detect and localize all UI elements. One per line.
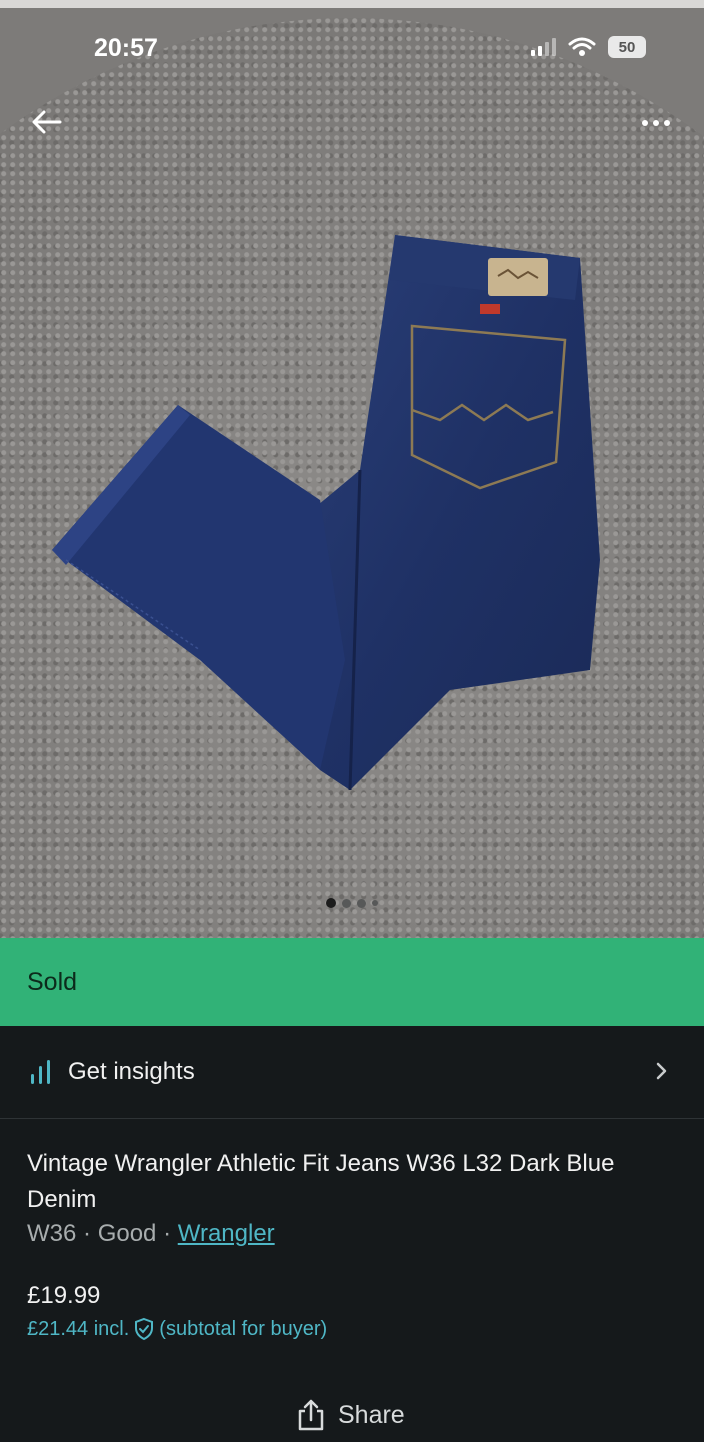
wifi-icon [568,37,596,56]
shield-check-icon[interactable] [133,1317,155,1341]
share-button[interactable]: Share [296,1398,405,1432]
photo-pagination[interactable] [326,898,378,908]
more-options-button[interactable] [636,108,676,138]
sold-label: Sold [27,967,78,996]
insights-label: Get insights [68,1058,195,1085]
more-dot-icon [642,120,648,126]
product-photo[interactable]: 20:57 50 [0,0,704,938]
buyer-note: (subtotal for buyer) [159,1317,328,1340]
share-label: Share [338,1400,405,1429]
more-dot-icon [653,120,659,126]
arrow-left-icon [32,110,62,134]
page-dot[interactable] [342,898,351,908]
item-size: W36 [27,1220,77,1247]
page-dot[interactable] [326,898,336,908]
meta-separator: · [156,1220,178,1247]
item-title: Vintage Wrangler Athletic Fit Jeans W36 … [27,1150,615,1213]
status-time: 20:57 [94,34,158,62]
battery-icon: 50 [608,36,646,58]
sold-banner: Sold [0,938,704,1026]
item-condition: Good [97,1220,157,1247]
signal-icon [531,38,556,56]
item-price: £19.99 [27,1282,101,1309]
page-dot[interactable] [357,898,366,908]
jeans-image [52,235,600,791]
page-dot[interactable] [372,900,378,906]
share-icon [298,1399,324,1431]
meta-separator: · [76,1220,98,1247]
insights-chart-icon [31,1060,50,1084]
get-insights-row[interactable]: Get insights [0,1026,704,1119]
more-dot-icon [664,120,670,126]
item-meta: W36 · Good · Wrangler [27,1220,275,1248]
price-incl: £21.44 incl. [27,1317,130,1340]
buyer-price-row[interactable]: £21.44 incl. (subtotal for buyer) [27,1317,327,1341]
status-icons: 50 [531,36,646,58]
brand-link[interactable]: Wrangler [178,1220,275,1247]
chevron-right-icon [656,1062,667,1080]
back-button[interactable] [26,104,66,144]
